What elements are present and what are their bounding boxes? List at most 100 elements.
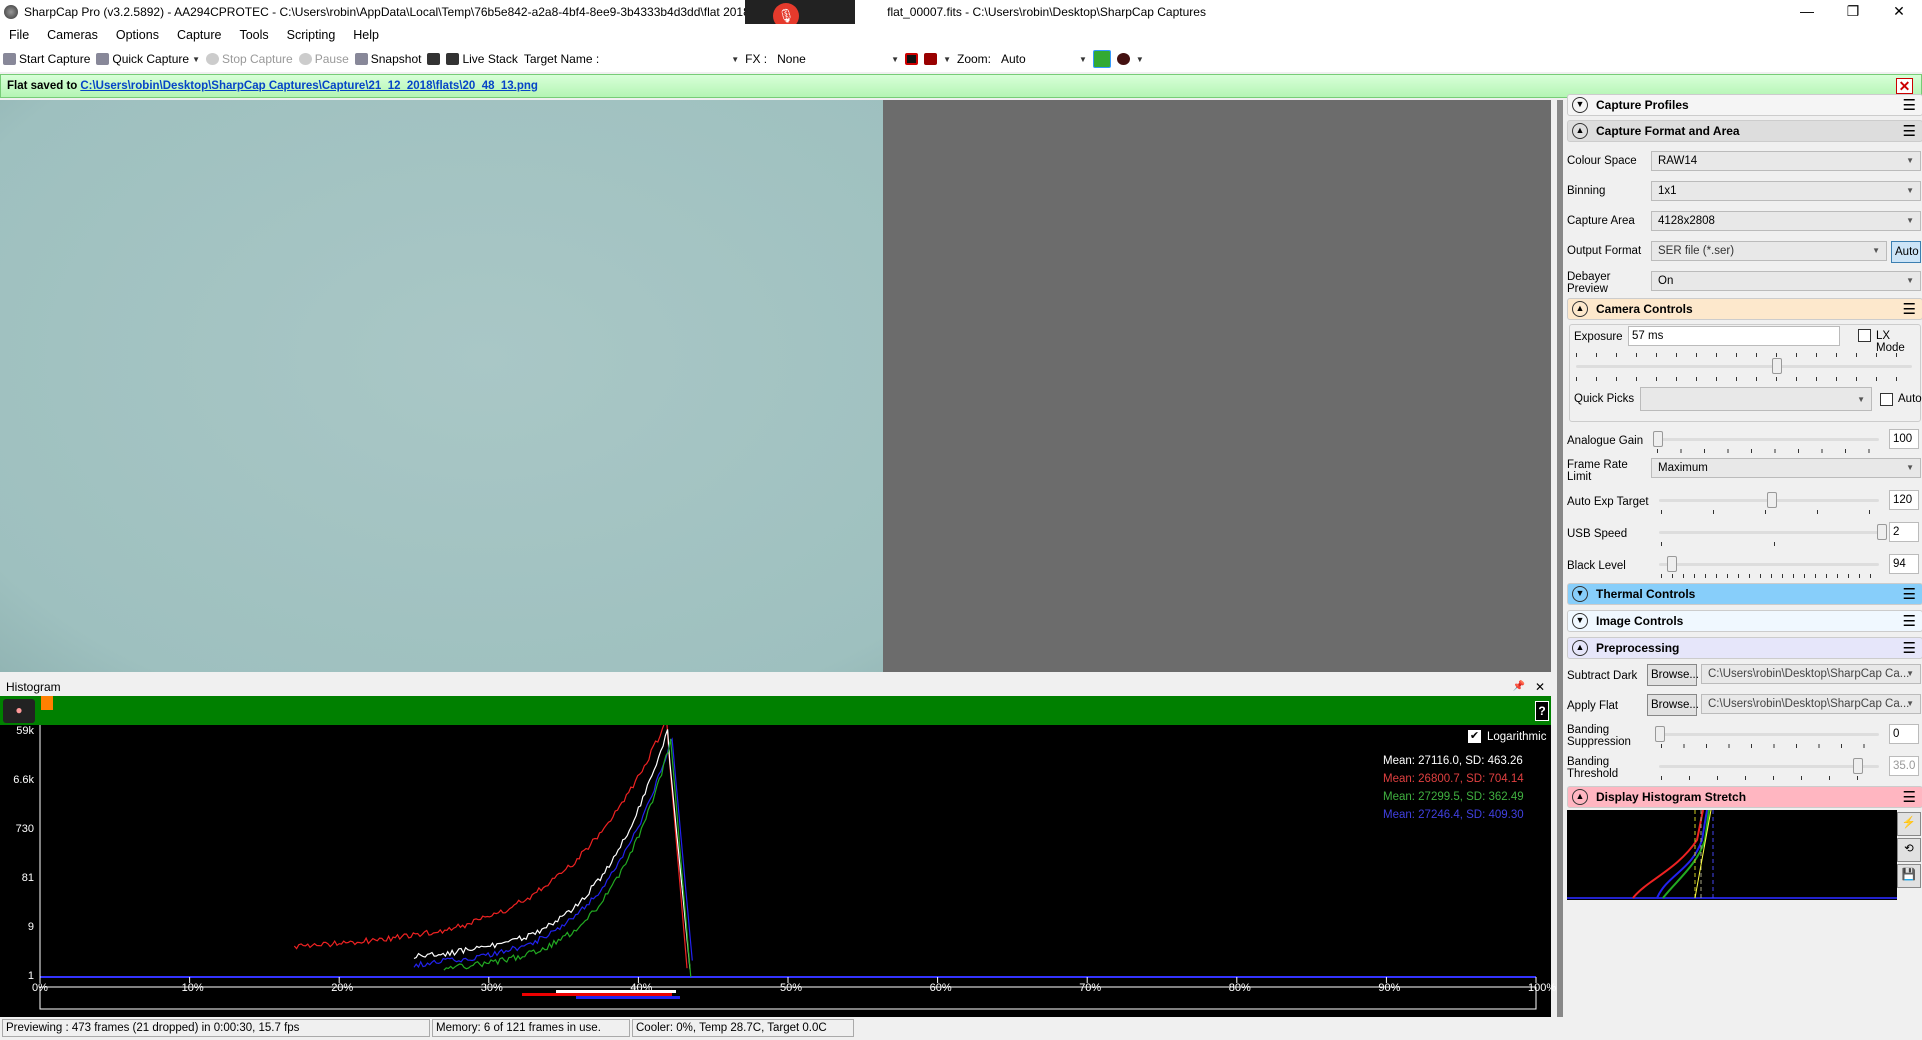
gain-slider[interactable]: [1653, 438, 1879, 441]
menu-icon[interactable]: ☰: [1903, 122, 1916, 140]
chevron-down-icon[interactable]: ▼: [731, 55, 739, 64]
help-icon[interactable]: ?: [1535, 701, 1549, 721]
chevron-down-icon[interactable]: ▼: [1079, 55, 1087, 64]
stretch-histogram[interactable]: [1567, 810, 1897, 900]
section-title: Preprocessing: [1596, 641, 1679, 655]
menu-icon[interactable]: ☰: [1903, 300, 1916, 318]
crosshair-icon[interactable]: [924, 53, 937, 65]
usb-speed-input[interactable]: 2: [1889, 522, 1919, 542]
range-handle[interactable]: [41, 696, 53, 710]
gain-slider-thumb[interactable]: [1653, 431, 1663, 447]
menu-scripting[interactable]: Scripting: [278, 28, 345, 42]
menu-icon[interactable]: ☰: [1903, 639, 1916, 657]
flat-file-select[interactable]: C:\Users\robin\Desktop\SharpCap Ca... ▼: [1701, 694, 1921, 714]
banding-threshold-input[interactable]: 35.0: [1889, 756, 1919, 776]
menu-cameras[interactable]: Cameras: [38, 28, 107, 42]
exposure-slider[interactable]: [1576, 365, 1912, 368]
quick-picks-label: Quick Picks: [1574, 393, 1634, 405]
banding-threshold-thumb[interactable]: [1853, 758, 1863, 774]
live-stack-button[interactable]: Live Stack: [446, 52, 517, 66]
auto-exp-input[interactable]: 120: [1889, 490, 1919, 510]
menu-icon[interactable]: ☰: [1903, 788, 1916, 806]
browse-flat-button[interactable]: Browse...: [1647, 694, 1697, 716]
menu-file[interactable]: File: [0, 28, 38, 42]
menu-icon[interactable]: ☰: [1903, 96, 1916, 114]
output-format-select[interactable]: SER file (*.ser) ▼: [1651, 241, 1887, 261]
section-display-histogram-stretch[interactable]: ▲ Display Histogram Stretch ☰: [1567, 786, 1922, 808]
usb-speed-slider[interactable]: [1659, 531, 1879, 534]
menu-options[interactable]: Options: [107, 28, 168, 42]
menu-bar: File Cameras Options Capture Tools Scrip…: [0, 24, 1922, 46]
brain-icon[interactable]: ●: [3, 699, 35, 723]
section-image-controls[interactable]: ▼ Image Controls ☰: [1567, 610, 1922, 632]
zoom-select[interactable]: Auto: [997, 50, 1073, 68]
banding-suppression-input[interactable]: 0: [1889, 724, 1919, 744]
capture-area-select[interactable]: 4128x2808 ▼: [1651, 211, 1921, 231]
chevron-down-icon[interactable]: ▼: [891, 55, 899, 64]
close-button[interactable]: ✕: [1876, 0, 1922, 24]
overview-red: [522, 993, 672, 996]
debayer-select[interactable]: On ▼: [1651, 271, 1921, 291]
exposure-input[interactable]: 57 ms: [1628, 326, 1840, 346]
logarithmic-checkbox[interactable]: ✔ Logarithmic: [1468, 730, 1546, 743]
menu-capture[interactable]: Capture: [168, 28, 230, 42]
start-capture-button[interactable]: Start Capture: [3, 52, 90, 66]
histogram-range-bar[interactable]: ● ?: [0, 696, 1551, 725]
binning-select[interactable]: 1x1 ▼: [1651, 181, 1921, 201]
menu-tools[interactable]: Tools: [230, 28, 277, 42]
stop-capture-button[interactable]: Stop Capture: [206, 52, 293, 66]
menu-icon[interactable]: ☰: [1903, 612, 1916, 630]
target-name-input[interactable]: [605, 50, 725, 68]
lx-mode-label: LX Mode: [1876, 330, 1920, 354]
snapshot-button[interactable]: Snapshot: [355, 52, 422, 66]
section-capture-format[interactable]: ▲ Capture Format and Area ☰: [1567, 120, 1922, 142]
chevron-down-icon[interactable]: ▼: [943, 55, 951, 64]
magnifier-icon[interactable]: [1117, 53, 1130, 65]
auto-exp-slider-thumb[interactable]: [1767, 492, 1777, 508]
chevron-down-icon[interactable]: ▼: [192, 55, 200, 64]
black-level-label: Black Level: [1567, 560, 1626, 572]
close-notice-icon[interactable]: ✕: [1896, 78, 1913, 94]
histogram-toggle-icon[interactable]: [1093, 50, 1111, 68]
restore-button[interactable]: ❐: [1830, 0, 1876, 24]
black-level-slider-thumb[interactable]: [1667, 556, 1677, 572]
pin-icon[interactable]: 📌: [1513, 678, 1525, 696]
banding-suppression-slider[interactable]: [1659, 733, 1879, 736]
section-preprocessing[interactable]: ▲ Preprocessing ☰: [1567, 637, 1922, 659]
auto-stretch-icon[interactable]: ⚡: [1897, 812, 1921, 836]
quick-picks-select[interactable]: ▼: [1640, 387, 1872, 411]
pause-button[interactable]: Pause: [299, 52, 349, 66]
section-capture-profiles[interactable]: ▼ Capture Profiles ☰: [1567, 94, 1922, 116]
minimize-button[interactable]: —: [1784, 0, 1830, 24]
browse-dark-button[interactable]: Browse...: [1647, 664, 1697, 686]
lx-mode-checkbox[interactable]: [1858, 329, 1871, 342]
quick-picks-auto-checkbox[interactable]: [1880, 393, 1893, 406]
colour-space-select[interactable]: RAW14 ▼: [1651, 151, 1921, 171]
chevron-up-icon: ▲: [1572, 123, 1588, 139]
save-icon[interactable]: 💾: [1897, 864, 1921, 888]
section-camera-controls[interactable]: ▲ Camera Controls ☰: [1567, 298, 1922, 320]
output-format-auto-button[interactable]: Auto: [1891, 241, 1921, 263]
black-level-slider[interactable]: [1659, 563, 1879, 566]
quick-capture-button[interactable]: Quick Capture ▼: [96, 52, 200, 66]
gain-input[interactable]: 100: [1889, 429, 1919, 449]
section-thermal-controls[interactable]: ▼ Thermal Controls ☰: [1567, 583, 1922, 605]
usb-speed-slider-thumb[interactable]: [1877, 524, 1887, 540]
chevron-down-icon[interactable]: ▼: [1136, 55, 1144, 64]
menu-help[interactable]: Help: [344, 28, 388, 42]
fx-select[interactable]: None: [773, 50, 885, 68]
black-level-input[interactable]: 94: [1889, 554, 1919, 574]
banding-threshold-slider[interactable]: [1659, 765, 1879, 768]
reticle-icon[interactable]: [905, 53, 918, 65]
exposure-slider-thumb[interactable]: [1772, 358, 1782, 374]
saved-file-link[interactable]: C:\Users\robin\Desktop\SharpCap Captures…: [80, 80, 538, 92]
close-histogram-icon[interactable]: ✕: [1535, 678, 1545, 696]
menu-icon[interactable]: ☰: [1903, 585, 1916, 603]
image-viewer[interactable]: [0, 100, 1551, 672]
banding-suppression-thumb[interactable]: [1655, 726, 1665, 742]
monitor-icon[interactable]: [427, 53, 440, 65]
reset-icon[interactable]: ⟲: [1897, 838, 1921, 862]
frame-rate-select[interactable]: Maximum ▼: [1651, 458, 1921, 478]
dark-file-select[interactable]: C:\Users\robin\Desktop\SharpCap Ca... ▼: [1701, 664, 1921, 684]
section-title: Camera Controls: [1596, 302, 1693, 316]
